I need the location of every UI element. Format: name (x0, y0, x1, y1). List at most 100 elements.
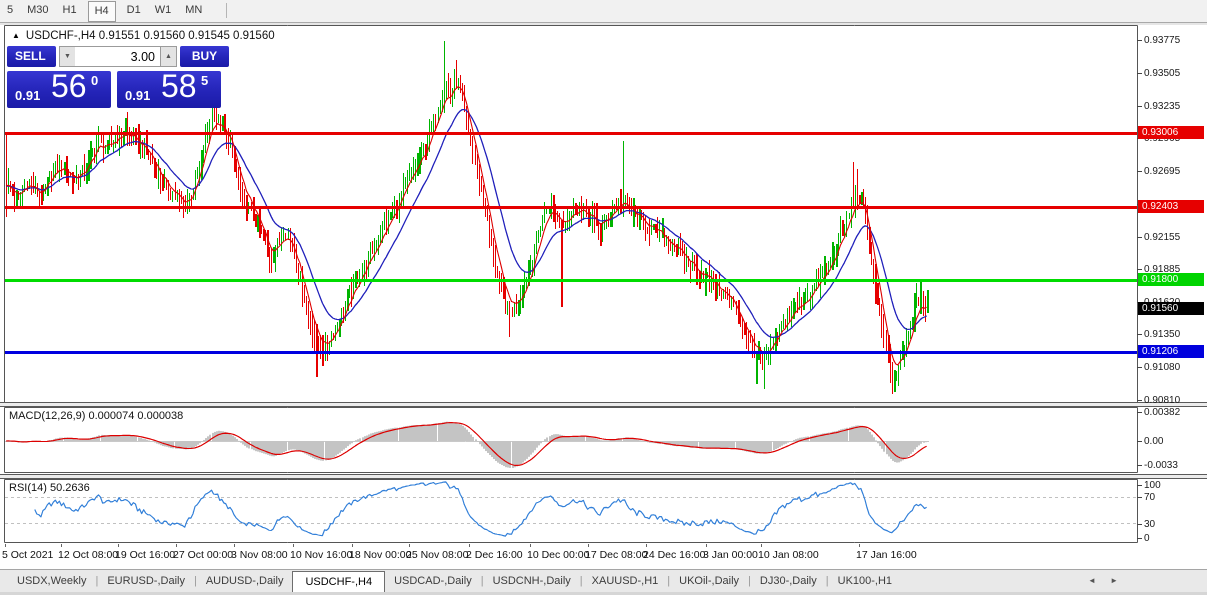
buy-price-main: 58 (161, 68, 197, 105)
rsi-indicator-chart[interactable] (4, 479, 1138, 543)
axis-tick-mark (1137, 441, 1142, 442)
buy-price-display[interactable]: 0.91 58 5 (117, 71, 221, 108)
axis-tick-mark (1137, 106, 1142, 107)
chart-tab-bar: USDX,Weekly|EURUSD-,Daily|AUDUSD-,DailyU… (0, 569, 1207, 592)
price-tick-label: 0.92155 (1144, 232, 1180, 243)
axis-tick-mark (1137, 73, 1142, 74)
time-axis: 5 Oct 2021 12 Oct 08:0019 Oct 16:0027 Oct… (0, 544, 1207, 569)
time-tick-mark (469, 544, 470, 547)
timeframe-button-mn[interactable]: MN (185, 0, 202, 21)
symbol-ohlc-text: USDCHF-,H4 0.91551 0.91560 0.91545 0.915… (26, 30, 275, 42)
sell-price-prefix: 0.91 (15, 88, 40, 103)
chart-tab-xauusd-h1[interactable]: XAUUSD-,H1 (583, 570, 668, 592)
rsi-tick-label: 0 (1144, 533, 1150, 544)
time-tick-mark (859, 544, 860, 547)
rsi-tick-label: 70 (1144, 492, 1155, 503)
tab-scroll-arrows-icon[interactable]: ◄ ► (1088, 570, 1124, 592)
chart-tab-audusd-daily[interactable]: AUDUSD-,Daily (197, 570, 293, 592)
volume-input[interactable] (75, 46, 161, 67)
date-label: 17 Dec 08:00 (585, 549, 647, 561)
date-label: 17 Jan 16:00 (856, 549, 917, 561)
axis-tick-mark (1137, 538, 1142, 539)
macd-label: MACD(12,26,9) 0.000074 0.000038 (9, 410, 183, 422)
price-tick-label: 0.93775 (1144, 35, 1180, 46)
date-label: 5 Oct 2021 (2, 549, 53, 561)
macd-tick-label: -0.0033 (1144, 460, 1178, 471)
date-label: 24 Dec 16:00 (643, 549, 705, 561)
time-tick-mark (293, 544, 294, 547)
axis-tick-mark (1137, 40, 1142, 41)
chart-tab-uk100-h1[interactable]: UK100-,H1 (829, 570, 901, 592)
time-tick-mark (352, 544, 353, 547)
timeframe-button-h1[interactable]: H1 (63, 0, 77, 21)
one-click-trading-panel: SELL ▼ ▲ BUY 0.91 56 0 0.91 58 5 (7, 46, 229, 108)
sell-price-pip: 0 (91, 73, 98, 88)
time-tick-mark (646, 544, 647, 547)
price-level-label: 0.93006 (1138, 126, 1204, 139)
price-tick-label: 0.92695 (1144, 166, 1180, 177)
timeframe-buttons: 5M30H1H4D1W1MN (0, 0, 209, 17)
date-label: 12 Oct 08:00 (58, 549, 118, 561)
timeframe-button-d1[interactable]: D1 (127, 0, 141, 21)
date-label: 3 Nov 08:00 (231, 549, 288, 561)
macd-tick-label: 0.00382 (1144, 407, 1180, 418)
volume-increase-button[interactable]: ▲ (160, 46, 177, 67)
chart-tab-usdcnh-daily[interactable]: USDCNH-,Daily (484, 570, 580, 592)
chart-tab-usdx-weekly[interactable]: USDX,Weekly (8, 570, 95, 592)
macd-rsi-divider[interactable] (0, 474, 1207, 479)
price-level-label: 0.91800 (1138, 273, 1204, 286)
chart-tab-usdchf-h4[interactable]: USDCHF-,H4 (292, 571, 385, 592)
price-tick-label: 0.93505 (1144, 68, 1180, 79)
collapse-triangle-icon[interactable]: ▲ (12, 31, 20, 40)
rsi-label: RSI(14) 50.2636 (9, 482, 90, 494)
volume-decrease-button[interactable]: ▼ (59, 46, 76, 67)
buy-price-prefix: 0.91 (125, 88, 150, 103)
time-tick-mark (234, 544, 235, 547)
axis-tick-mark (1137, 524, 1142, 525)
chart-tabs: USDX,Weekly|EURUSD-,Daily|AUDUSD-,DailyU… (8, 570, 901, 587)
sell-price-display[interactable]: 0.91 56 0 (7, 71, 111, 108)
time-tick-mark (5, 544, 6, 547)
price-level-label: 0.91560 (1138, 302, 1204, 315)
timeframe-button-m30[interactable]: M30 (27, 0, 48, 21)
date-label: 2 Dec 16:00 (466, 549, 523, 561)
spin-down-icon: ▼ (64, 53, 71, 60)
buy-price-pip: 5 (201, 73, 208, 88)
time-tick-mark (61, 544, 62, 547)
axis-tick-mark (1137, 465, 1142, 466)
chart-macd-divider[interactable] (0, 402, 1207, 407)
spin-up-icon: ▲ (165, 53, 172, 60)
sell-price-main: 56 (51, 68, 87, 105)
rsi-tick-label: 100 (1144, 480, 1161, 491)
time-tick-mark (588, 544, 589, 547)
sell-button[interactable]: SELL (7, 46, 56, 67)
axis-tick-mark (1137, 269, 1142, 270)
timeframe-button-h4[interactable]: H4 (88, 1, 116, 22)
timeframe-toolbar: 5 M30 H1 H4 D1 W1 MN (0, 0, 1207, 23)
date-label: 10 Nov 16:00 (290, 549, 352, 561)
time-tick-mark (706, 544, 707, 547)
chart-tab-usdcad-daily[interactable]: USDCAD-,Daily (385, 570, 481, 592)
date-label: 19 Oct 16:00 (115, 549, 175, 561)
time-tick-mark (176, 544, 177, 547)
axis-tick-mark (1137, 485, 1142, 486)
timeframe-button-5[interactable]: 5 (7, 0, 13, 21)
date-label: 10 Dec 00:00 (527, 549, 589, 561)
buy-button[interactable]: BUY (180, 46, 229, 67)
macd-tick-label: 0.00 (1144, 436, 1163, 447)
date-label: 27 Oct 00:00 (173, 549, 233, 561)
date-label: 18 Nov 00:00 (349, 549, 411, 561)
chart-tab-eurusd-daily[interactable]: EURUSD-,Daily (98, 570, 194, 592)
price-tick-label: 0.93235 (1144, 101, 1180, 112)
axis-tick-mark (1137, 412, 1142, 413)
timeframe-button-w1[interactable]: W1 (155, 0, 172, 21)
rsi-tick-label: 30 (1144, 519, 1155, 530)
price-tick-label: 0.90810 (1144, 395, 1180, 406)
time-tick-mark (761, 544, 762, 547)
axis-tick-mark (1137, 367, 1142, 368)
chart-tab-ukoil-daily[interactable]: UKOil-,Daily (670, 570, 748, 592)
axis-tick-mark (1137, 400, 1142, 401)
axis-tick-mark (1137, 497, 1142, 498)
axis-tick-mark (1137, 334, 1142, 335)
chart-tab-dj30-daily[interactable]: DJ30-,Daily (751, 570, 826, 592)
